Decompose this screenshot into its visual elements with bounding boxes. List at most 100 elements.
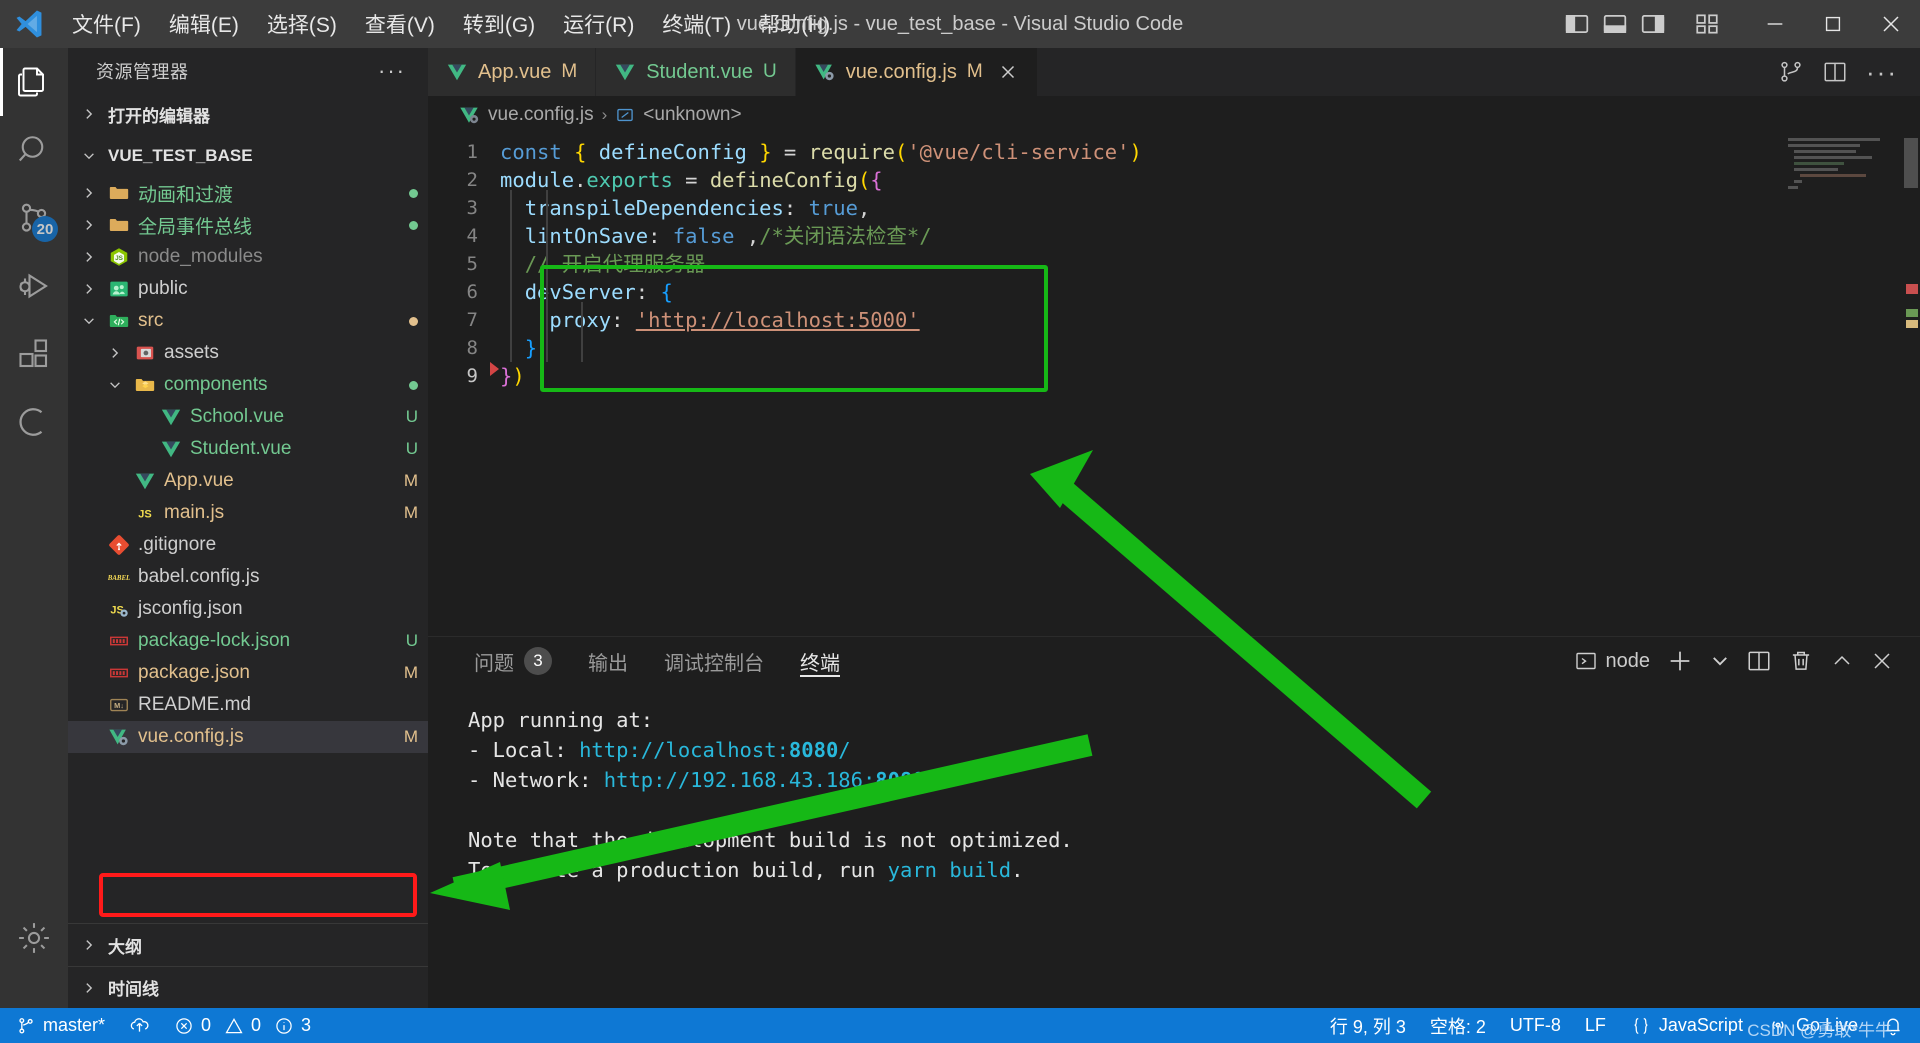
tree-item-school-vue[interactable]: School.vue U [68, 401, 428, 433]
editor-vertical-scrollbar[interactable] [1904, 138, 1918, 188]
tree-item-app-vue[interactable]: App.vue M [68, 465, 428, 497]
tree-item--[interactable]: 全局事件总线 [68, 209, 428, 241]
tree-item-package-json[interactable]: package.json M [68, 657, 428, 689]
split-editor-icon[interactable] [1822, 59, 1848, 85]
status-eol[interactable]: LF [1573, 1008, 1618, 1043]
tree-item-label: vue.config.js [138, 726, 244, 747]
breadcrumb-file-label[interactable]: vue.config.js [488, 104, 594, 126]
terminal-output[interactable]: App running at: - Local: http://localhos… [428, 685, 1920, 1008]
minimap[interactable] [1782, 134, 1902, 636]
status-go-live[interactable]: Go Live [1755, 1008, 1870, 1043]
source-control-split-icon[interactable] [1778, 59, 1804, 85]
tree-item-assets[interactable]: assets [68, 337, 428, 369]
close-panel-button[interactable] [1870, 649, 1894, 673]
panel-tab-输出[interactable]: 输出 [570, 637, 646, 685]
panel-tab-label: 终端 [800, 652, 840, 675]
terminal-token: App running at: [468, 708, 654, 732]
tree-item--[interactable]: 动画和过渡 [68, 177, 428, 209]
activity-explorer-icon[interactable] [0, 48, 68, 116]
tree-item-label: Student.vue [190, 438, 292, 459]
terminal-profile-dropdown-icon[interactable] [1710, 651, 1730, 671]
toggle-panel-icon[interactable] [1598, 7, 1632, 41]
customize-layout-icon[interactable] [1690, 7, 1724, 41]
activity-source-control-icon[interactable]: 20 [0, 184, 68, 252]
activity-search-icon[interactable] [0, 116, 68, 184]
section-outline[interactable]: 大纲 [68, 924, 428, 966]
tree-item-node-modules[interactable]: JS node_modules [68, 241, 428, 273]
tree-item-babel-config-js[interactable]: BABEL babel.config.js [68, 561, 428, 593]
status-language-mode[interactable]: JavaScript [1618, 1008, 1755, 1043]
tree-item-public[interactable]: public [68, 273, 428, 305]
menu-go[interactable]: 转到(G) [449, 0, 549, 48]
code-token: proxy [549, 308, 612, 332]
panel-actions: node [1574, 637, 1920, 685]
menu-selection[interactable]: 选择(S) [253, 0, 351, 48]
tree-item-student-vue[interactable]: Student.vue U [68, 433, 428, 465]
code-token: } [759, 140, 772, 164]
menu-edit[interactable]: 编辑(E) [155, 0, 253, 48]
tree-item-vue-config-js[interactable]: vue.config.js M [68, 721, 428, 753]
status-branch[interactable]: master* [4, 1008, 117, 1043]
status-problems[interactable]: 0 0 3 [162, 1008, 323, 1043]
status-notifications-bell-icon[interactable] [1870, 1008, 1916, 1043]
editor-tab-close-icon[interactable] [997, 61, 1019, 83]
maximize-panel-button[interactable] [1830, 649, 1854, 673]
tree-item-label: node_modules [138, 246, 263, 267]
tree-item-jsconfig-json[interactable]: JS jsconfig.json [68, 593, 428, 625]
tree-item-package-lock-json[interactable]: package-lock.json U [68, 625, 428, 657]
tree-item-components[interactable]: components [68, 369, 428, 401]
tree-item-readme-md[interactable]: M↓ README.md [68, 689, 428, 721]
terminal-token[interactable]: http://192.168.43.186: [604, 768, 876, 792]
window-maximize-button[interactable] [1804, 0, 1862, 48]
breadcrumb-symbol-label[interactable]: <unknown> [643, 104, 741, 126]
panel-tab-问题[interactable]: 问题 3 [456, 637, 570, 685]
menu-file[interactable]: 文件(F) [58, 0, 155, 48]
window-minimize-button[interactable] [1746, 0, 1804, 48]
editor-more-actions-icon[interactable]: ··· [1866, 57, 1898, 88]
new-terminal-button[interactable] [1666, 647, 1694, 675]
status-cursor-position[interactable]: 行 9, 列 3 [1318, 1008, 1418, 1043]
toggle-secondary-sidebar-icon[interactable] [1636, 7, 1670, 41]
file-tree: 动画和过渡 全局事件总线 JS node_modules public src assets… [68, 177, 428, 923]
activity-manage-settings-icon[interactable] [0, 904, 68, 972]
status-sync-button[interactable] [117, 1008, 162, 1043]
activity-remote-explorer-icon[interactable] [0, 388, 68, 456]
code-line: 2 module.exports = defineConfig({ [428, 166, 1920, 194]
toggle-primary-sidebar-icon[interactable] [1560, 7, 1594, 41]
status-encoding[interactable]: UTF-8 [1498, 1008, 1573, 1043]
menu-help[interactable]: 帮助(H) [745, 0, 844, 48]
menu-view[interactable]: 查看(V) [351, 0, 449, 48]
editor-tab-vue-config-js[interactable]: vue.config.js M [795, 48, 1038, 96]
kill-terminal-button[interactable] [1788, 648, 1814, 674]
section-open-editors[interactable]: 打开的编辑器 [68, 93, 428, 135]
terminal-token: - Local: [468, 738, 580, 762]
activity-extensions-icon[interactable] [0, 320, 68, 388]
tree-item-git-status: M [403, 727, 418, 746]
sidebar-more-actions-icon[interactable]: ··· [378, 58, 416, 84]
panel-tab-终端[interactable]: 终端 [782, 637, 858, 685]
terminal-token[interactable]: http://localhost: [579, 738, 789, 762]
tree-item-label: App.vue [164, 470, 234, 491]
menu-run[interactable]: 运行(R) [549, 0, 648, 48]
window-close-button[interactable] [1862, 0, 1920, 48]
editor-tab-app-vue[interactable]: App.vue M [428, 48, 597, 96]
panel-tab-调试控制台[interactable]: 调试控制台 [646, 637, 782, 685]
explorer-sidebar: 资源管理器 ··· 打开的编辑器 VUE_TEST_BASE 动画和过渡 全局事件… [68, 48, 428, 1008]
terminal-token: / [924, 768, 938, 792]
status-indentation[interactable]: 空格: 2 [1418, 1008, 1498, 1043]
tree-item-src[interactable]: src [68, 305, 428, 337]
split-terminal-button[interactable] [1746, 648, 1772, 674]
code-editor[interactable]: 1 const { defineConfig } = require('@vue/… [428, 134, 1920, 636]
code-line: 4 lintOnSave: false ,/*关闭语法检查*/ [428, 222, 1920, 250]
section-project-root[interactable]: VUE_TEST_BASE [68, 135, 428, 177]
tree-item--gitignore[interactable]: .gitignore [68, 529, 428, 561]
section-timeline[interactable]: 时间线 [68, 966, 428, 1008]
terminal-shell-selector[interactable]: node [1574, 649, 1650, 673]
terminal-token: Note that the development build is not o… [468, 828, 1073, 852]
menu-terminal[interactable]: 终端(T) [648, 0, 745, 48]
terminal-icon [1574, 649, 1598, 673]
tree-item-label: package-lock.json [138, 630, 291, 651]
tree-item-main-js[interactable]: JS main.js M [68, 497, 428, 529]
activity-run-debug-icon[interactable] [0, 252, 68, 320]
editor-tab-student-vue[interactable]: Student.vue U [596, 48, 796, 96]
